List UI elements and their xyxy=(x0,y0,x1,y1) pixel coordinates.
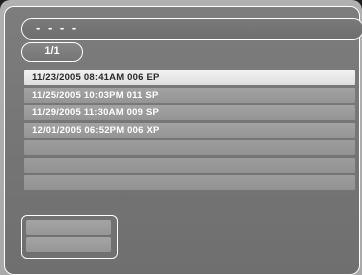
page-indicator: 1/1 xyxy=(21,42,83,62)
list-item[interactable]: 11/29/2005 11:30AM 009 SP xyxy=(24,105,355,120)
menu-screen: - - - - 1/1 11/23/2005 08:41AM 006 EP 11… xyxy=(0,0,362,275)
list-item[interactable]: 11/25/2005 10:03PM 011 SP xyxy=(24,87,355,103)
list-item[interactable]: 11/23/2005 08:41AM 006 EP xyxy=(24,70,355,85)
option-button-2[interactable] xyxy=(26,237,111,252)
empty-list-item xyxy=(24,175,355,190)
title-field: - - - - xyxy=(21,18,362,40)
option-button-group xyxy=(21,215,118,259)
empty-list-item xyxy=(24,140,355,155)
option-button-1[interactable] xyxy=(26,220,111,235)
list-item[interactable]: 12/01/2005 06:52PM 006 XP xyxy=(24,122,355,138)
empty-list-item xyxy=(24,157,355,173)
recording-list: 11/23/2005 08:41AM 006 EP 11/25/2005 10:… xyxy=(24,70,355,193)
